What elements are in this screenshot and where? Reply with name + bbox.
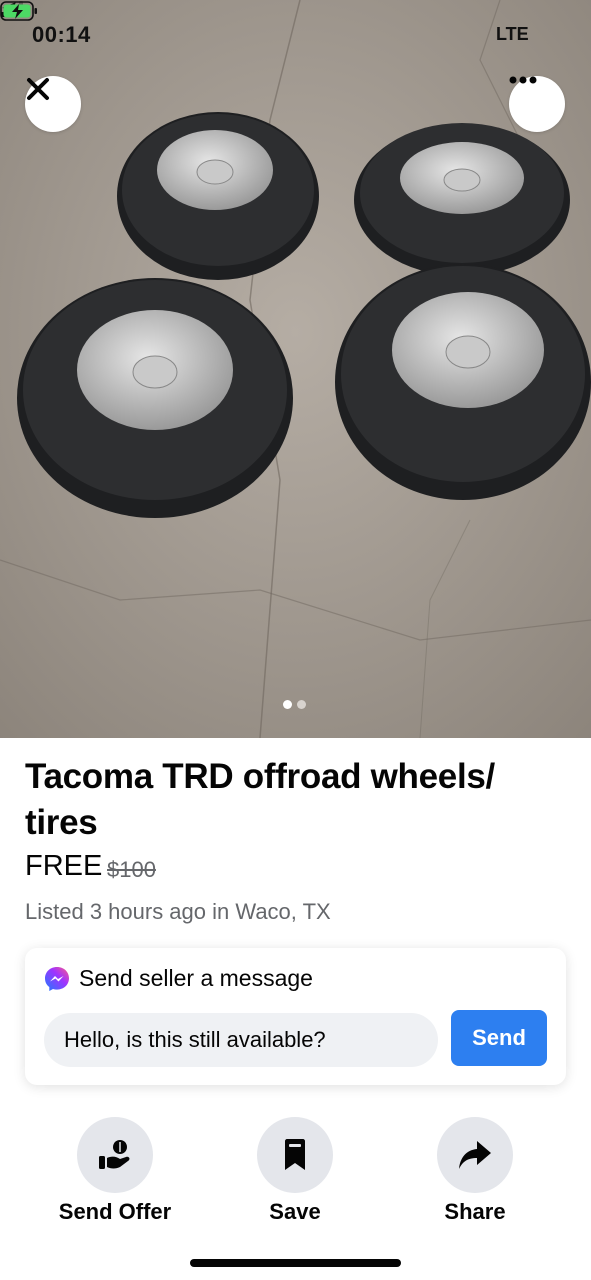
save-icon-circle — [257, 1117, 333, 1193]
battery-charging-icon — [0, 1, 37, 21]
share-icon — [459, 1141, 491, 1169]
share-button[interactable]: Share — [405, 1117, 545, 1237]
message-input[interactable] — [44, 1013, 438, 1067]
status-time: 00:14 — [32, 22, 91, 47]
send-button[interactable]: Send — [451, 1010, 547, 1066]
send-offer-icon — [99, 1140, 130, 1169]
listing-price: FREE — [25, 850, 103, 882]
message-heading: Send seller a message — [79, 965, 313, 991]
close-icon — [27, 78, 49, 100]
save-button[interactable]: Save — [225, 1117, 365, 1237]
carousel-dot — [297, 700, 306, 709]
carousel-dot-active — [283, 700, 292, 709]
share-icon-circle — [437, 1117, 513, 1193]
network-type: LTE — [496, 24, 529, 44]
original-price: $100 — [107, 857, 156, 882]
message-card: Send seller a message Send — [25, 948, 566, 1085]
messenger-icon — [45, 967, 69, 991]
more-icon — [509, 76, 537, 84]
close-button[interactable] — [25, 76, 81, 132]
carousel-indicator — [283, 700, 309, 710]
more-options-button[interactable] — [509, 76, 565, 132]
status-bar: 00:14 LTE — [0, 0, 591, 70]
share-label: Share — [444, 1199, 506, 1224]
home-indicator[interactable] — [190, 1259, 401, 1267]
listing-title: Tacoma TRD offroad wheels/ tires — [25, 757, 495, 842]
listing-meta: Listed 3 hours ago in Waco, TX — [25, 899, 331, 924]
tires-photo-image — [0, 0, 591, 738]
send-offer-icon-circle — [77, 1117, 153, 1193]
send-offer-button[interactable]: Send Offer — [45, 1117, 185, 1237]
listing-photo[interactable]: 00:14 LTE — [0, 0, 591, 738]
save-label: Save — [269, 1199, 321, 1224]
bookmark-icon — [285, 1139, 305, 1170]
send-offer-label: Send Offer — [58, 1199, 172, 1224]
